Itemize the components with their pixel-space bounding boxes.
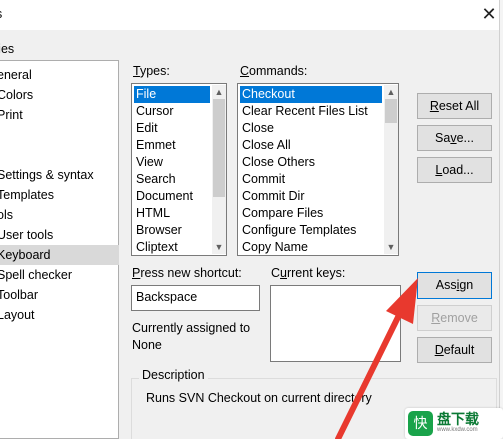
site-watermark: 快 盘下载 www.kxdw.com — [405, 408, 503, 439]
watermark-url: www.kxdw.com — [437, 427, 478, 433]
watermark-logo: 快 — [408, 411, 433, 436]
annotation-arrow-icon — [335, 278, 418, 439]
arrow-shaft — [335, 302, 407, 439]
arrow-head — [386, 278, 418, 324]
watermark-text: 盘下载 — [437, 411, 479, 427]
